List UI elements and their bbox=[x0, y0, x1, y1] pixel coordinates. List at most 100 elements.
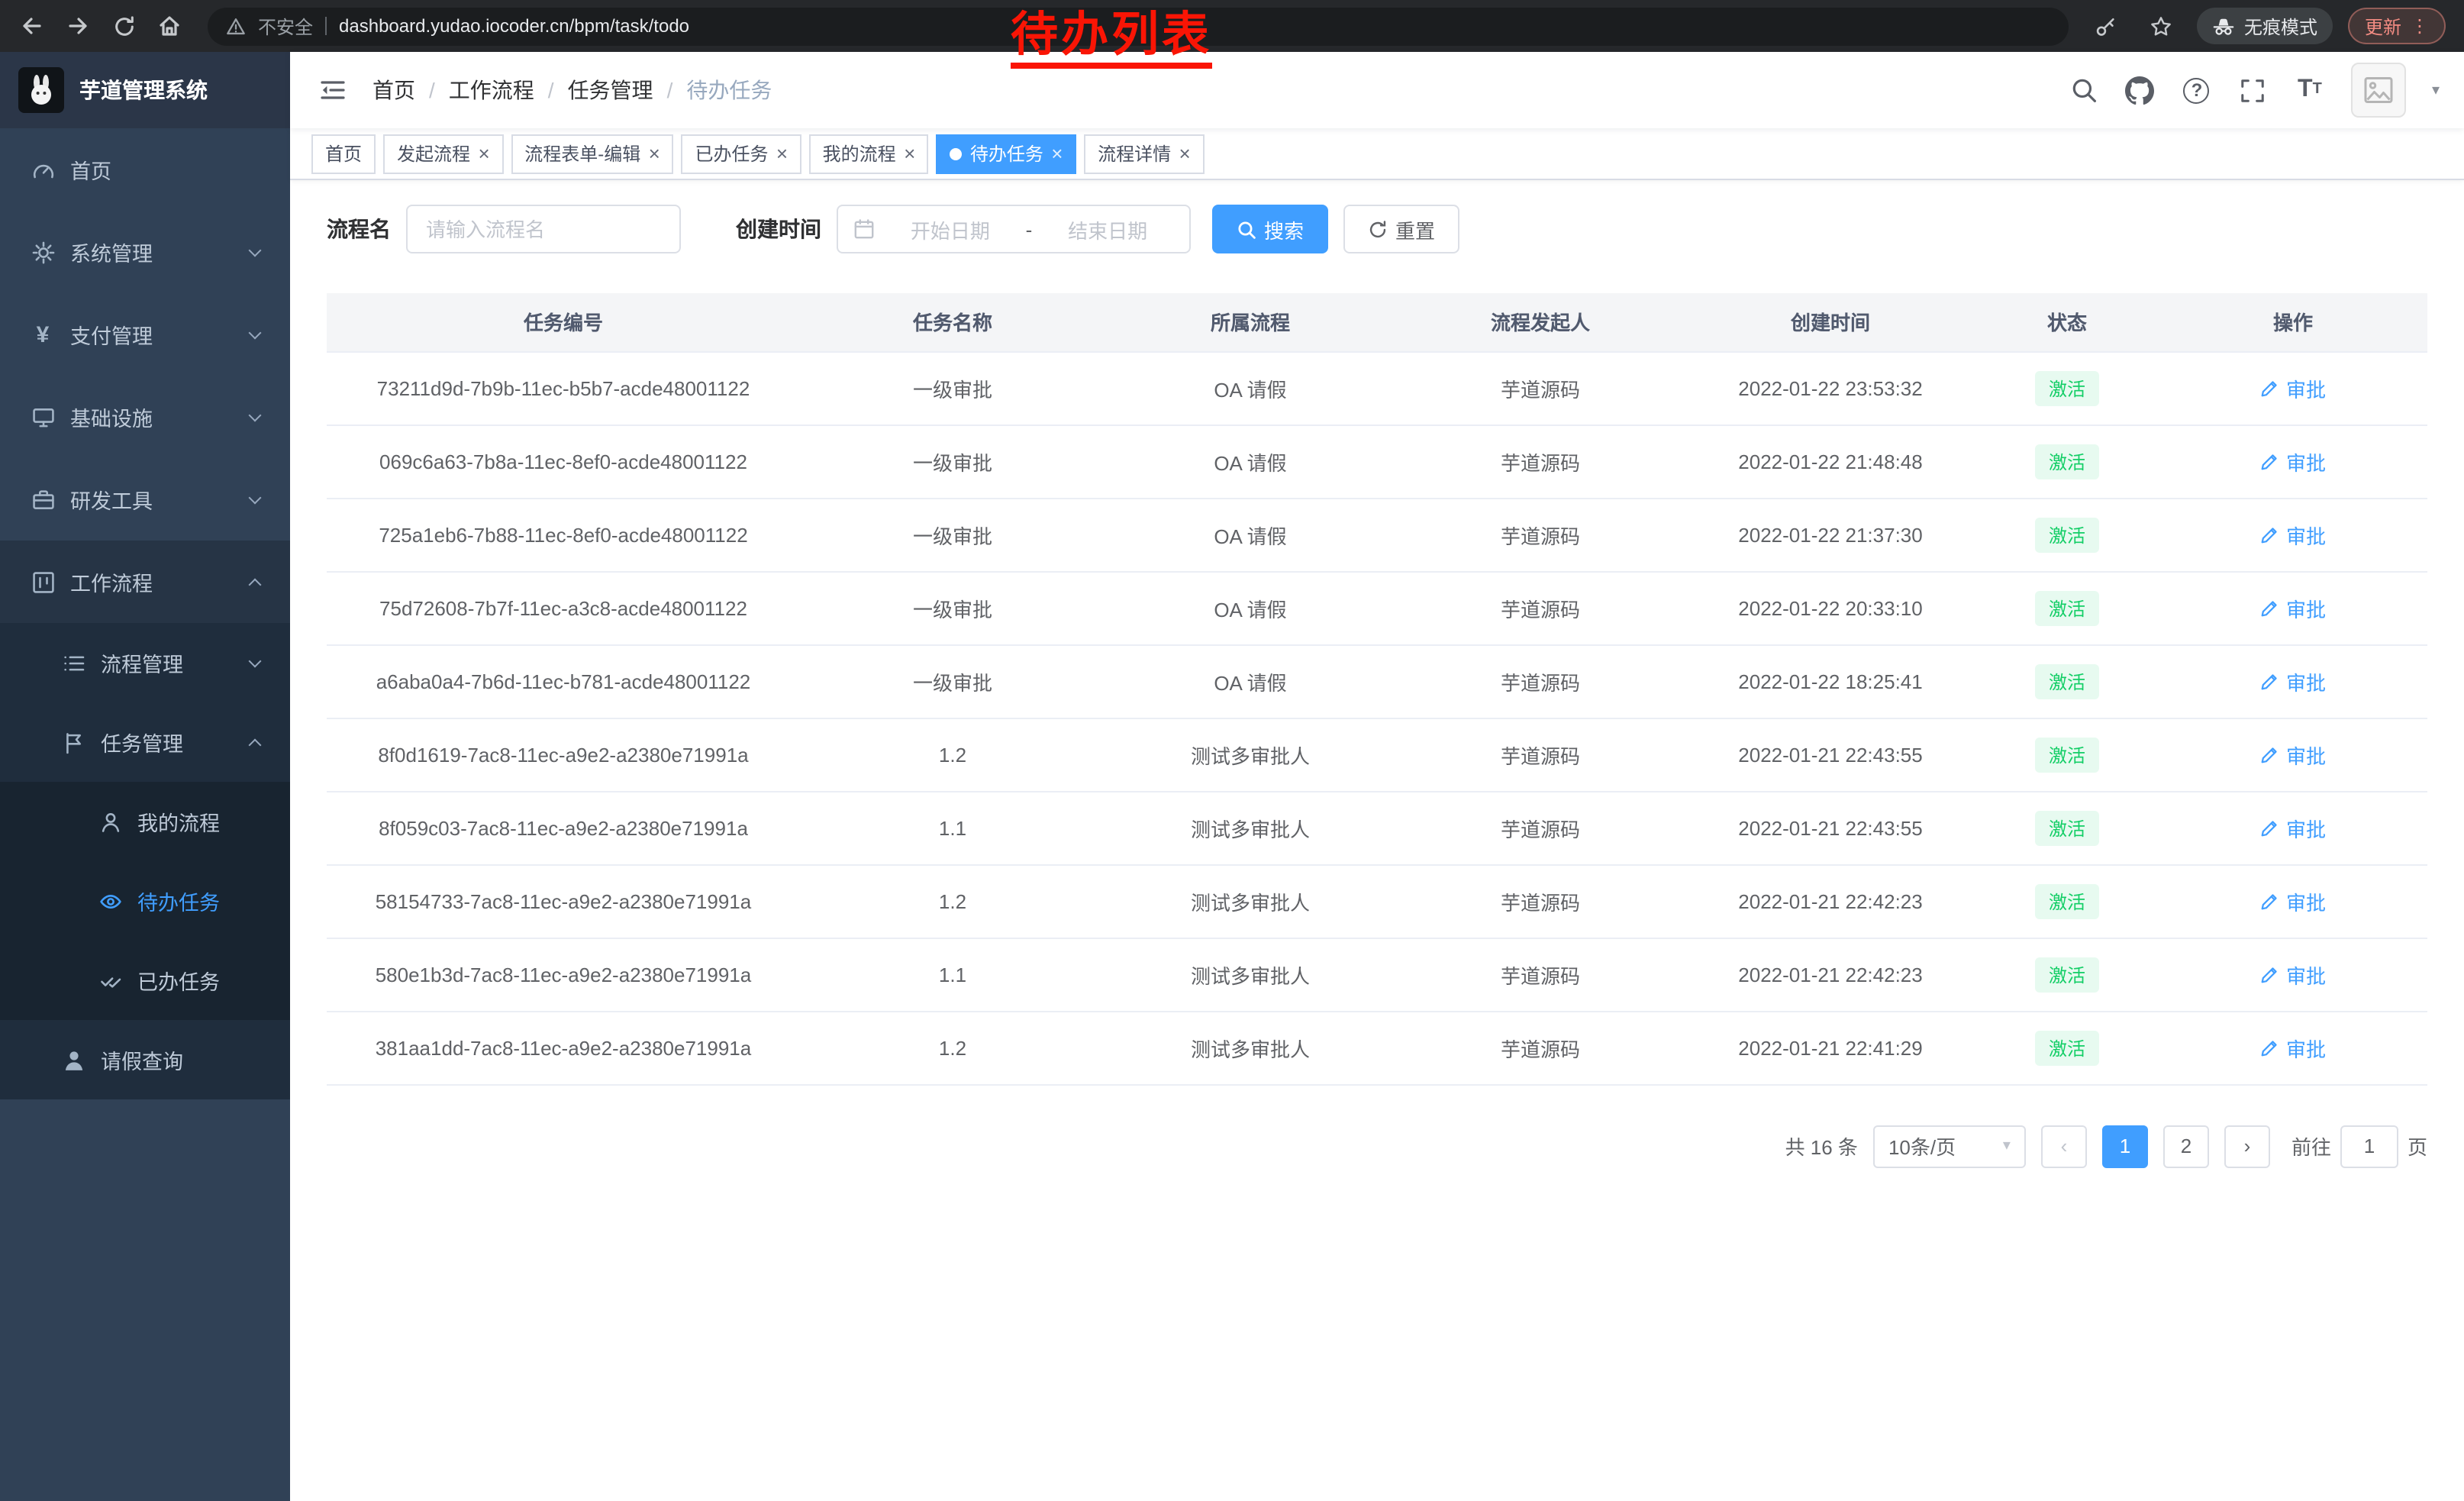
approve-link[interactable]: 审批 bbox=[2260, 667, 2326, 696]
tab-todo-tasks[interactable]: 待办任务 × bbox=[937, 134, 1076, 173]
tab-label: 首页 bbox=[325, 140, 362, 166]
sidebar-item-home[interactable]: 首页 bbox=[0, 128, 290, 211]
password-key-button[interactable] bbox=[2087, 6, 2127, 46]
collapse-sidebar-button[interactable] bbox=[314, 72, 351, 108]
range-separator: - bbox=[1026, 218, 1033, 240]
prev-page-button[interactable]: ‹ bbox=[2041, 1125, 2087, 1167]
tab-start-process[interactable]: 发起流程 × bbox=[383, 134, 503, 173]
top-navbar: 首页 / 工作流程 / 任务管理 / 待办任务 ? TT ▾ bbox=[290, 52, 2464, 128]
cell-created: 2022-01-22 21:37:30 bbox=[1685, 498, 1975, 571]
table-row: 75d72608-7b7f-11ec-a3c8-acde48001122 一级审… bbox=[327, 571, 2427, 644]
cell-status: 激活 bbox=[1975, 498, 2159, 571]
double-check-icon bbox=[98, 968, 122, 993]
cell-process: 测试多审批人 bbox=[1105, 718, 1395, 791]
cell-task-name: 1.2 bbox=[800, 1011, 1105, 1084]
sidebar-item-process-management[interactable]: 流程管理 bbox=[0, 623, 290, 702]
approve-link[interactable]: 审批 bbox=[2260, 740, 2326, 769]
breadcrumb-item[interactable]: 首页 bbox=[373, 75, 415, 105]
approve-link[interactable]: 审批 bbox=[2260, 593, 2326, 622]
bookmark-star-button[interactable] bbox=[2142, 6, 2182, 46]
sidebar-item-label: 支付管理 bbox=[70, 319, 153, 350]
cell-action: 审批 bbox=[2159, 424, 2427, 498]
tab-process-detail[interactable]: 流程详情 × bbox=[1084, 134, 1204, 173]
tab-my-processes[interactable]: 我的流程 × bbox=[809, 134, 929, 173]
eye-icon bbox=[98, 889, 122, 913]
forward-button[interactable] bbox=[58, 6, 98, 46]
date-range-picker[interactable]: 开始日期 - 结束日期 bbox=[837, 205, 1191, 253]
breadcrumb-item[interactable]: 工作流程 bbox=[449, 75, 534, 105]
close-icon[interactable]: × bbox=[648, 144, 660, 163]
approve-link[interactable]: 审批 bbox=[2260, 960, 2326, 989]
browser-actions: 无痕模式 更新 ⋮ bbox=[2087, 6, 2452, 46]
goto-page-input[interactable] bbox=[2340, 1125, 2398, 1167]
page-button-2[interactable]: 2 bbox=[2163, 1125, 2209, 1167]
refresh-icon bbox=[1368, 219, 1388, 239]
help-icon[interactable]: ? bbox=[2182, 75, 2212, 105]
sidebar-item-system[interactable]: 系统管理 bbox=[0, 211, 290, 293]
cell-task-name: 一级审批 bbox=[800, 498, 1105, 571]
sidebar-item-my-processes[interactable]: 我的流程 bbox=[0, 782, 290, 861]
cell-process: OA 请假 bbox=[1105, 644, 1395, 718]
col-status: 状态 bbox=[1975, 293, 2159, 351]
approve-link[interactable]: 审批 bbox=[2260, 520, 2326, 549]
col-action: 操作 bbox=[2159, 293, 2427, 351]
back-button[interactable] bbox=[12, 6, 52, 46]
sidebar-item-infrastructure[interactable]: 基础设施 bbox=[0, 376, 290, 458]
sidebar-item-devtools[interactable]: 研发工具 bbox=[0, 458, 290, 541]
approve-link[interactable]: 审批 bbox=[2260, 373, 2326, 402]
sidebar-item-done-tasks[interactable]: 已办任务 bbox=[0, 941, 290, 1020]
sidebar-item-payment[interactable]: ¥ 支付管理 bbox=[0, 293, 290, 376]
breadcrumb-item[interactable]: 任务管理 bbox=[568, 75, 653, 105]
workflow-icon bbox=[31, 570, 55, 594]
tab-home[interactable]: 首页 bbox=[311, 134, 376, 173]
incognito-label: 无痕模式 bbox=[2244, 13, 2317, 39]
process-name-input[interactable] bbox=[406, 205, 681, 253]
search-button[interactable]: 搜索 bbox=[1212, 205, 1328, 253]
approve-link-label: 审批 bbox=[2286, 886, 2326, 915]
page-size-select[interactable]: 10条/页 ▾ bbox=[1873, 1125, 2026, 1167]
tab-done-tasks[interactable]: 已办任务 × bbox=[681, 134, 801, 173]
update-button[interactable]: 更新 ⋮ bbox=[2348, 8, 2446, 44]
fullscreen-icon[interactable] bbox=[2238, 75, 2269, 105]
caret-down-icon[interactable]: ▾ bbox=[2432, 82, 2440, 98]
approve-link-label: 审批 bbox=[2286, 960, 2326, 989]
search-button-label: 搜索 bbox=[1264, 215, 1304, 244]
logo-area[interactable]: 芋道管理系统 bbox=[0, 52, 290, 128]
page-button-1[interactable]: 1 bbox=[2102, 1125, 2148, 1167]
reload-button[interactable] bbox=[104, 6, 144, 46]
close-icon[interactable]: × bbox=[904, 144, 915, 163]
cell-action: 审批 bbox=[2159, 864, 2427, 938]
sidebar-item-label: 我的流程 bbox=[137, 806, 220, 837]
sidebar: 芋道管理系统 首页 系统管理 ¥ 支付管理 基础设施 bbox=[0, 52, 290, 1501]
reset-button[interactable]: 重置 bbox=[1343, 205, 1459, 253]
sidebar-item-leave-query[interactable]: 请假查询 bbox=[0, 1020, 290, 1099]
sidebar-item-label: 工作流程 bbox=[70, 567, 153, 597]
close-icon[interactable]: × bbox=[1051, 144, 1063, 163]
address-divider bbox=[325, 17, 327, 35]
sidebar-item-todo-tasks[interactable]: 待办任务 bbox=[0, 861, 290, 941]
next-page-button[interactable]: › bbox=[2224, 1125, 2270, 1167]
table-header-row: 任务编号 任务名称 所属流程 流程发起人 创建时间 状态 操作 bbox=[327, 293, 2427, 351]
home-button[interactable] bbox=[150, 6, 189, 46]
approve-link[interactable]: 审批 bbox=[2260, 886, 2326, 915]
close-icon[interactable]: × bbox=[776, 144, 787, 163]
col-process: 所属流程 bbox=[1105, 293, 1395, 351]
tab-process-form-edit[interactable]: 流程表单-编辑 × bbox=[511, 134, 673, 173]
goto-unit: 页 bbox=[2408, 1131, 2427, 1160]
search-icon[interactable] bbox=[2069, 75, 2099, 105]
close-icon[interactable]: × bbox=[478, 144, 489, 163]
font-size-icon[interactable]: TT bbox=[2295, 75, 2325, 105]
close-icon[interactable]: × bbox=[1179, 144, 1190, 163]
status-badge: 激活 bbox=[2035, 370, 2099, 405]
update-label: 更新 bbox=[2365, 13, 2401, 39]
github-icon[interactable] bbox=[2125, 75, 2156, 105]
approve-link[interactable]: 审批 bbox=[2260, 813, 2326, 842]
page-number: 2 bbox=[2181, 1135, 2191, 1157]
cell-action: 审批 bbox=[2159, 351, 2427, 424]
sidebar-item-workflow[interactable]: 工作流程 bbox=[0, 541, 290, 623]
sidebar-item-task-management[interactable]: 任务管理 bbox=[0, 702, 290, 782]
approve-link[interactable]: 审批 bbox=[2260, 1033, 2326, 1062]
approve-link[interactable]: 审批 bbox=[2260, 447, 2326, 476]
avatar[interactable] bbox=[2351, 63, 2406, 118]
browser-menu-icon[interactable]: ⋮ bbox=[2411, 15, 2429, 37]
